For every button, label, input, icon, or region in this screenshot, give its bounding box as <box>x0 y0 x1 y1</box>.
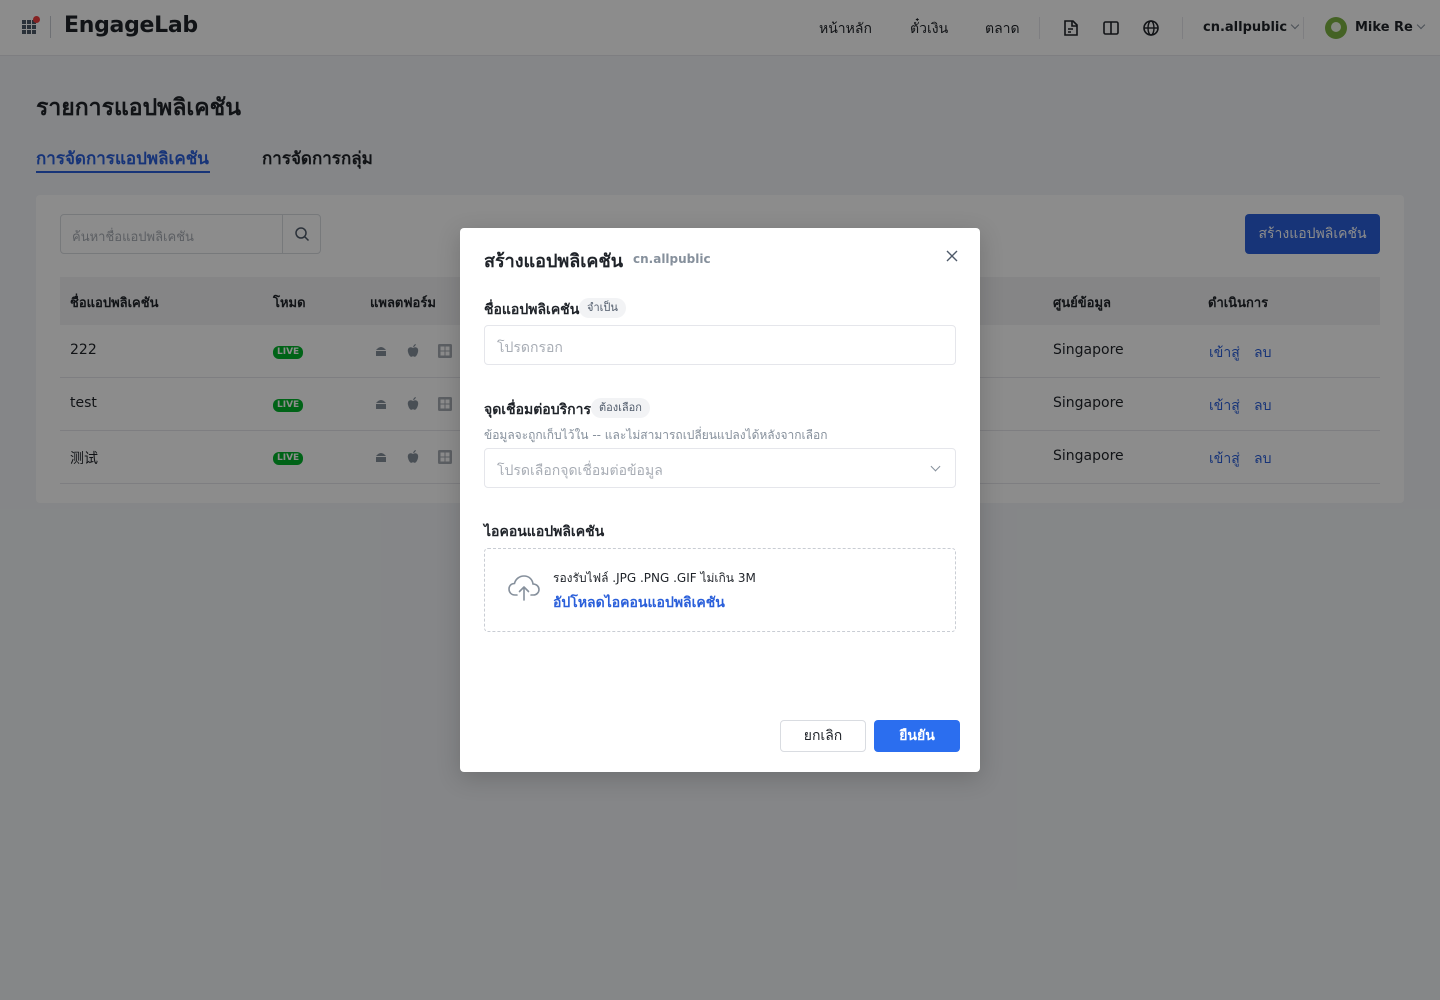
endpoint-hint: ข้อมูลจะถูกเก็บไว้ใน -- และไม่สามารถเปลี… <box>484 428 828 442</box>
dialog-title: สร้างแอปพลิเคชัน <box>484 251 623 272</box>
app-name-placeholder: โปรดกรอก <box>497 340 563 356</box>
app-name-label: ชื่อแอปพลิเคชัน <box>484 302 580 318</box>
create-app-dialog: สร้างแอปพลิเคชัน cn.allpublic ชื่อแอปพลิ… <box>460 228 980 772</box>
cloud-upload-icon <box>508 575 540 601</box>
icon-upload-area[interactable]: รองรับไฟล์ .JPG .PNG .GIF ไม่เกิน 3M อัป… <box>484 548 956 632</box>
app-icon-label: ไอคอนแอปพลิเคชัน <box>484 524 605 540</box>
app-name-field[interactable]: โปรดกรอก <box>484 325 956 365</box>
upload-icon-link[interactable]: อัปโหลดไอคอนแอปพลิเคชัน <box>553 592 725 614</box>
confirm-button[interactable]: ยืนยัน <box>874 720 960 752</box>
required-tag: ต้องเลือก <box>591 398 650 418</box>
chevron-down-icon <box>930 461 941 472</box>
dialog-workspace: cn.allpublic <box>633 252 711 266</box>
upload-note: รองรับไฟล์ .JPG .PNG .GIF ไม่เกิน 3M <box>553 571 756 585</box>
endpoint-placeholder: โปรดเลือกจุดเชื่อมต่อข้อมูล <box>497 463 663 479</box>
cancel-button[interactable]: ยกเลิก <box>780 720 866 752</box>
endpoint-select[interactable]: โปรดเลือกจุดเชื่อมต่อข้อมูล <box>484 448 956 488</box>
close-icon[interactable] <box>944 248 960 264</box>
endpoint-label: จุดเชื่อมต่อบริการ <box>484 402 591 418</box>
required-tag: จำเป็น <box>579 298 626 318</box>
